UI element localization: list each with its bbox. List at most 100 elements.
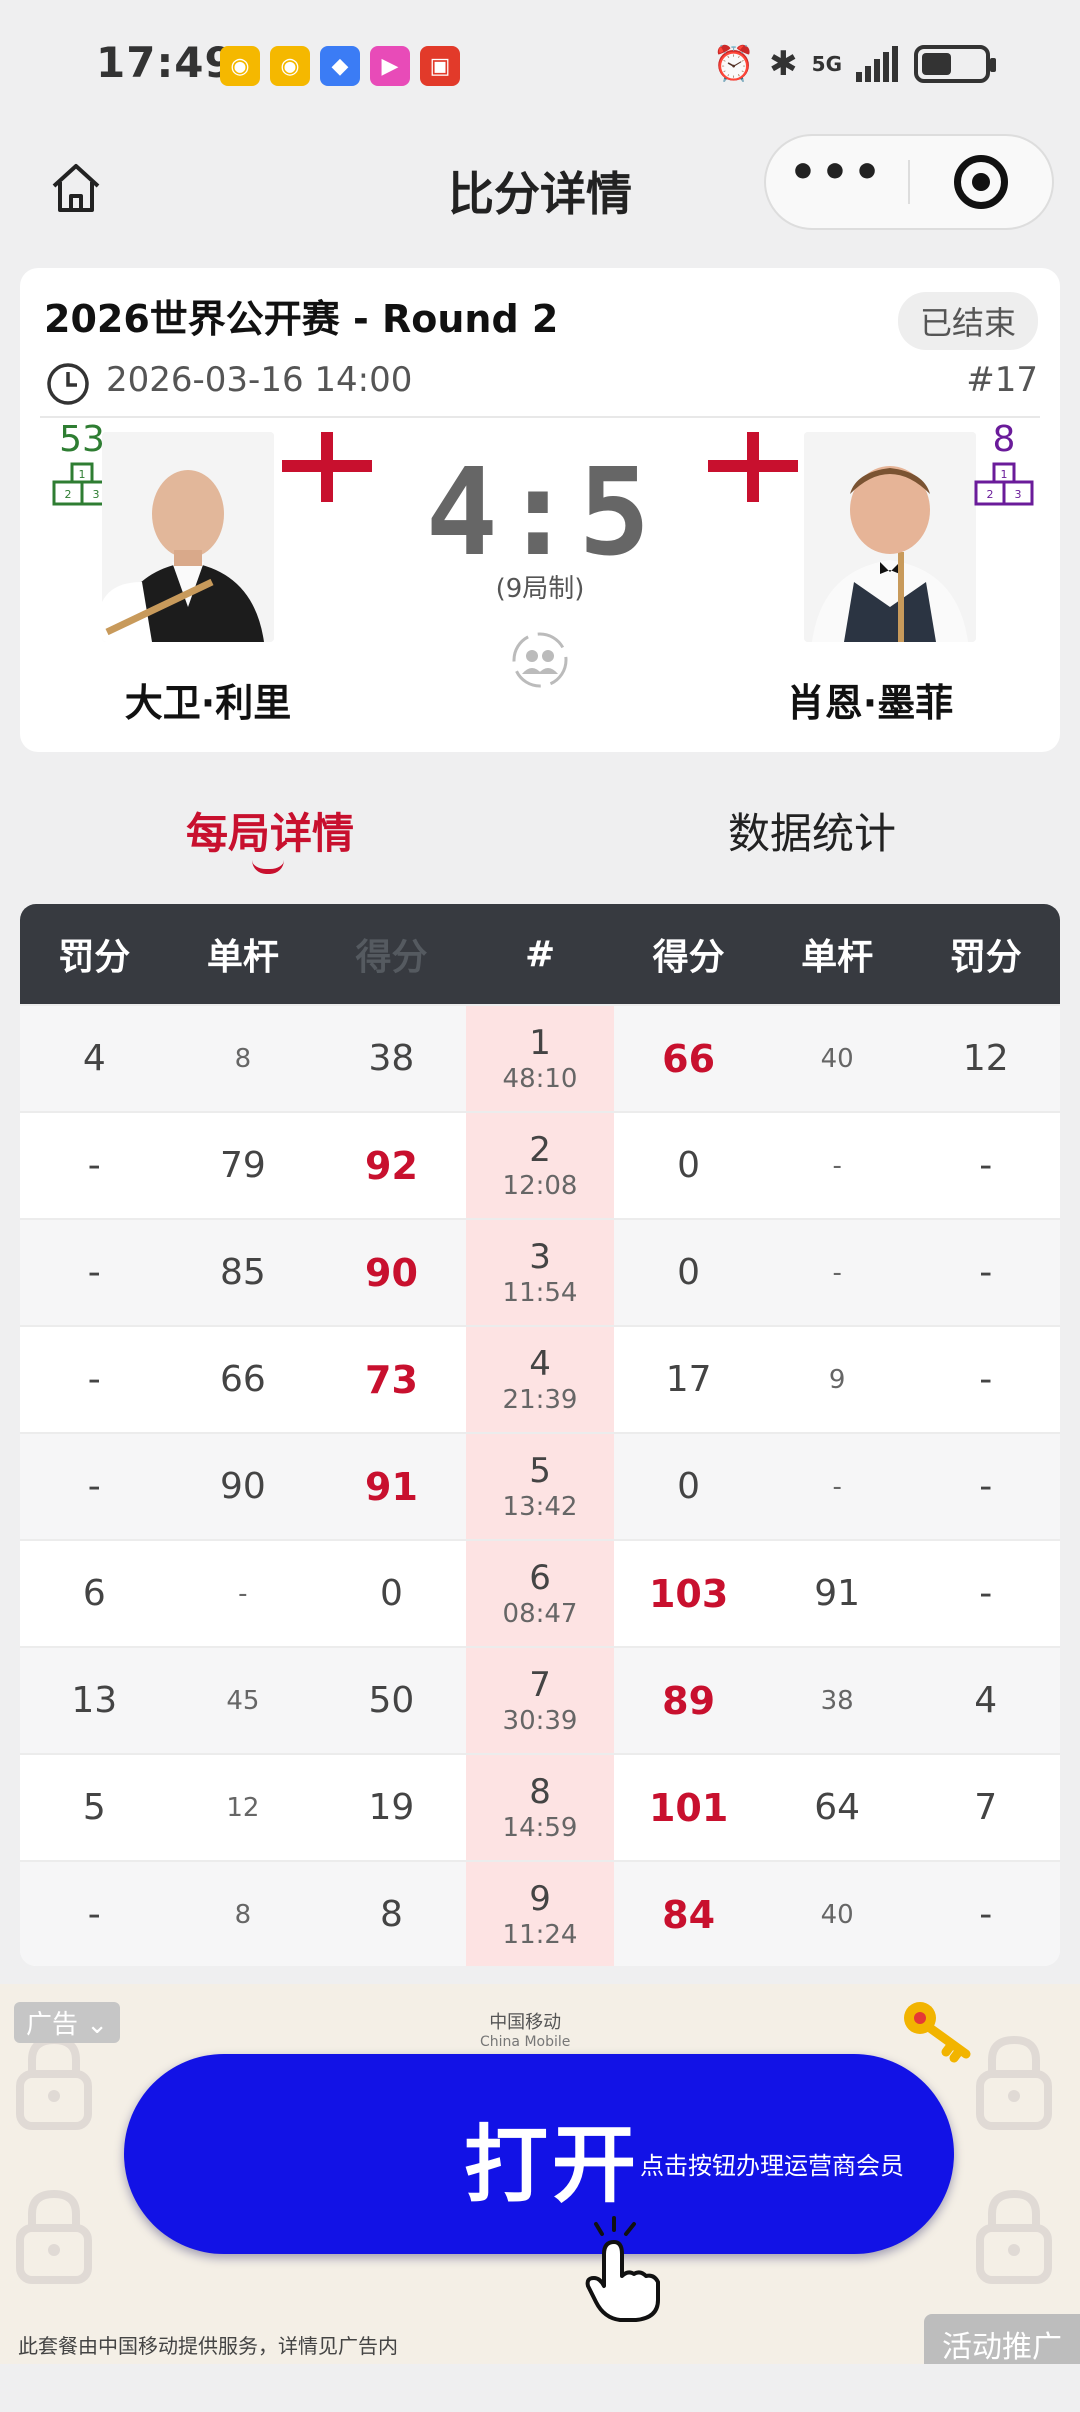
pointing-hand-icon	[585, 2216, 660, 2322]
frame-number: 2	[529, 1129, 551, 1170]
right-score-cell: 0	[677, 1252, 701, 1293]
right-break-cell: -	[832, 1471, 842, 1502]
header-frame: #	[524, 933, 556, 975]
left-player-name[interactable]: 大卫·利里	[78, 672, 338, 727]
tab-bar: 每局详情 数据统计	[0, 790, 1080, 880]
news-icon: ▣	[420, 46, 460, 86]
podium-label: 2	[987, 488, 994, 501]
table-header: 罚分 单杆 得分 # 得分 单杆 罚分	[20, 904, 1060, 1004]
network-label: 5G	[811, 52, 842, 76]
left-foul-cell: -	[87, 1894, 101, 1935]
frame-duration: 48:10	[502, 1063, 578, 1094]
frames-table: 罚分 单杆 得分 # 得分 单杆 罚分 4 8 38 1 48:10 66 40 12-79 9…	[20, 904, 1060, 1966]
notification-icons: ◉ ◉ ◆ ▶ ▣	[220, 46, 460, 86]
right-foul-cell: 7	[974, 1787, 998, 1828]
england-flag-icon	[708, 432, 798, 502]
left-break-cell: 45	[226, 1685, 260, 1716]
left-break-cell: 85	[219, 1252, 266, 1293]
tab-frame-details[interactable]: 每局详情	[186, 800, 354, 861]
left-foul-cell: -	[87, 1145, 101, 1186]
left-foul-cell: 4	[82, 1038, 106, 1079]
right-score-cell: 0	[677, 1145, 701, 1186]
status-time: 17:49	[96, 38, 235, 87]
right-foul-cell: -	[979, 1894, 993, 1935]
table-row: 13 45 50 7 30:39 89 38 4	[20, 1646, 1060, 1753]
divider	[40, 416, 1040, 418]
frame-number: 4	[529, 1343, 551, 1384]
left-foul-cell: -	[87, 1252, 101, 1293]
clock-icon	[47, 363, 89, 405]
left-score-cell: 8	[379, 1894, 403, 1935]
frame-duration: 13:42	[502, 1491, 578, 1522]
left-foul-cell: 13	[71, 1680, 118, 1721]
close-button[interactable]	[910, 155, 1052, 209]
ad-label-text: 广告	[26, 2010, 79, 2040]
lock-icon	[976, 2035, 1052, 2130]
weibo-icon: ◉	[270, 46, 310, 86]
left-break-cell: -	[238, 1578, 248, 1609]
right-foul-cell: 12	[962, 1038, 1009, 1079]
bluetooth-icon: ✱	[769, 44, 798, 84]
match-number: #17	[966, 360, 1038, 400]
left-score-cell: 50	[368, 1680, 415, 1721]
target-icon	[953, 155, 1008, 209]
right-player-rank: 8 1 2 3	[972, 420, 1036, 510]
table-row: 6-0 6 08:47 103 91-	[20, 1539, 1060, 1646]
header-right-score: 得分	[652, 937, 725, 978]
left-foul-cell: 6	[82, 1573, 106, 1614]
header-left-break: 单杆	[206, 937, 279, 978]
podium-label: 3	[1015, 488, 1022, 501]
lock-icon	[16, 2035, 92, 2130]
ad-label[interactable]: 广告 ⌄	[14, 2002, 121, 2043]
left-score-cell: 73	[365, 1357, 418, 1402]
right-player-photo[interactable]	[804, 432, 976, 642]
frame-duration: 21:39	[502, 1384, 578, 1415]
right-score-cell: 17	[665, 1359, 712, 1400]
right-score-cell: 103	[648, 1571, 729, 1616]
right-score-cell: 66	[662, 1036, 716, 1081]
right-score-cell: 101	[648, 1785, 729, 1830]
frame-number: 5	[529, 1450, 551, 1491]
right-break-cell: 9	[828, 1364, 846, 1395]
ad-cta-text: 点击按钮办理运营商会员	[640, 2152, 904, 2180]
frame-cell: 7 30:39	[465, 1648, 615, 1753]
right-break-cell: 40	[820, 1043, 854, 1074]
alarm-icon: ⏰	[712, 44, 756, 84]
status-badge: 已结束	[897, 292, 1038, 350]
frame-cell: 6 08:47	[465, 1541, 615, 1646]
rank-number: 8	[992, 419, 1016, 460]
left-score-cell: 19	[368, 1787, 415, 1828]
match-card: 2026世界公开赛 - Round 2 已结束 2026-03-16 14:00…	[20, 268, 1060, 752]
right-player-name[interactable]: 肖恩·墨菲	[740, 672, 1000, 727]
weibo-icon: ◉	[220, 46, 260, 86]
ad-brand-name: 中国移动	[489, 2012, 562, 2033]
nav-bar: 比分详情 •••	[0, 130, 1080, 250]
header-right-break: 单杆	[801, 937, 874, 978]
frame-cell: 9 11:24	[465, 1862, 615, 1966]
key-icon	[904, 2002, 971, 2063]
lock-icon	[976, 2189, 1052, 2284]
right-break-cell: 40	[820, 1899, 854, 1930]
left-break-cell: 66	[219, 1359, 266, 1400]
left-score-cell: 91	[365, 1464, 418, 1509]
ad-banner[interactable]: 广告 ⌄ 中国移动 China Mobile 打开 点击按钮办理运营商会员 此套…	[0, 1984, 1080, 2364]
right-break-cell: 38	[820, 1685, 854, 1716]
battery-fill	[922, 53, 951, 75]
left-score-cell: 0	[379, 1573, 403, 1614]
podium-label: 1	[1001, 468, 1008, 481]
right-foul-cell: 4	[974, 1680, 998, 1721]
left-break-cell: 90	[219, 1466, 266, 1507]
status-bar: 17:49 ◉ ◉ ◆ ▶ ▣ ⏰ ✱ 5G	[0, 0, 1080, 130]
ad-open-button[interactable]: 打开 点击按钮办理运营商会员	[124, 2054, 954, 2254]
left-break-cell: 8	[234, 1043, 252, 1074]
swap-players-icon[interactable]	[510, 630, 570, 690]
more-button[interactable]: •••	[766, 151, 908, 211]
left-foul-cell: 5	[82, 1787, 106, 1828]
podium-icon: 1 2 3	[974, 462, 1034, 506]
right-break-cell: -	[832, 1257, 842, 1288]
match-datetime: 2026-03-16 14:00	[106, 360, 413, 400]
tab-statistics[interactable]: 数据统计	[728, 800, 896, 861]
frame-duration: 11:24	[502, 1919, 578, 1950]
ad-open-label: 打开	[464, 2116, 641, 2214]
player-portrait-image	[804, 432, 976, 642]
